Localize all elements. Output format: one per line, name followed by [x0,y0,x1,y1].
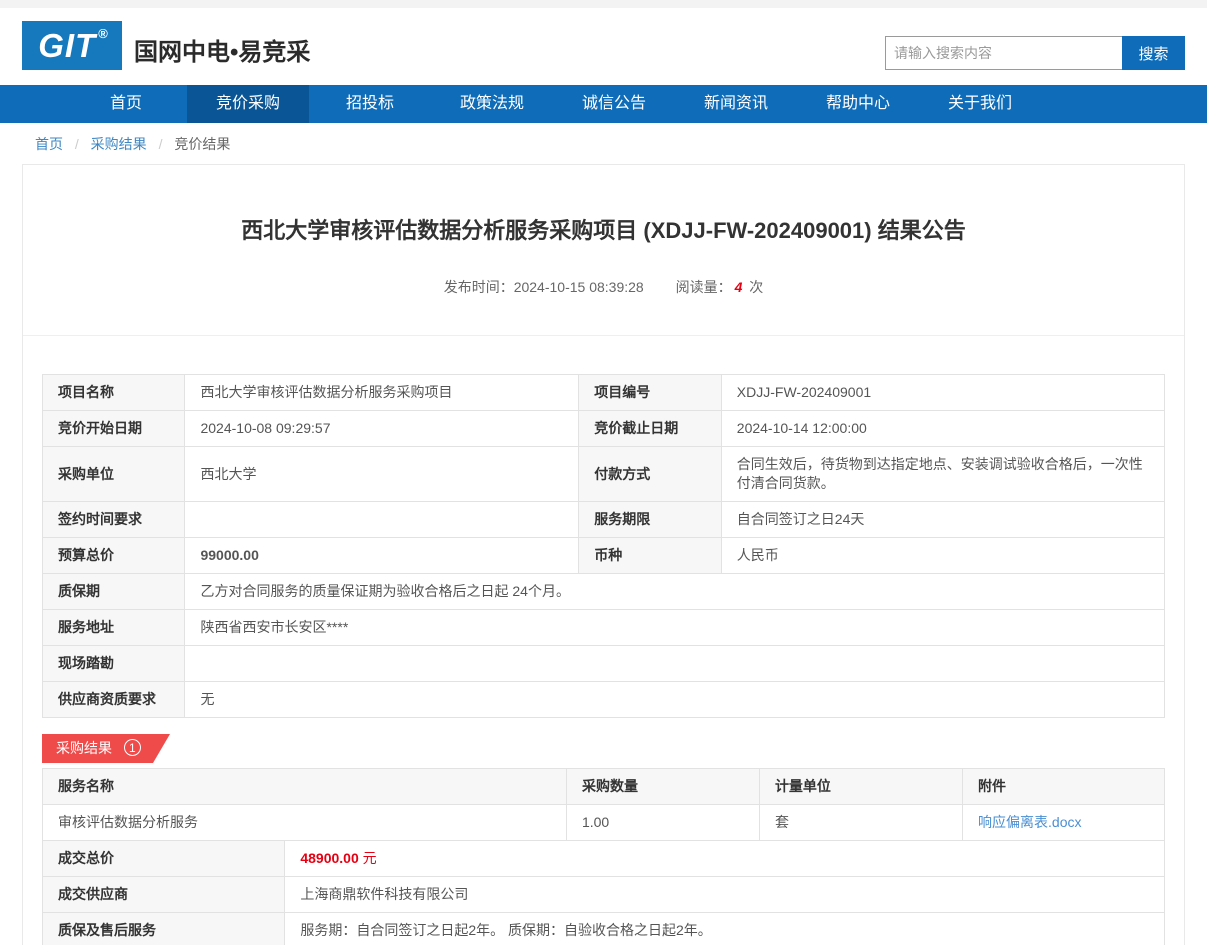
nav-item-bidding-purchase[interactable]: 竞价采购 [187,85,309,123]
table-row: 签约时间要求 服务期限 自合同签订之日24天 [43,502,1165,538]
purchaser-label: 采购单位 [43,447,185,502]
currency-label: 币种 [579,538,721,574]
table-row: 质保期 乙方对合同服务的质量保证期为验收合格后之日起 24个月。 [43,574,1165,610]
project-code-label: 项目编号 [579,375,721,411]
nav-item-help[interactable]: 帮助中心 [797,85,919,123]
col-attachment: 附件 [963,769,1165,805]
views-count: 4 [735,279,743,295]
table-row: 采购单位 西北大学 付款方式 合同生效后，待货物到达指定地点、安装调试验收合格后… [43,447,1165,502]
main-nav: 首页 竞价采购 招投标 政策法规 诚信公告 新闻资讯 帮助中心 关于我们 [0,85,1207,123]
table-row: 预算总价 99000.00 币种 人民币 [43,538,1165,574]
publish-time-label: 发布时间： [444,279,514,295]
supplier-label: 成交供应商 [43,877,285,913]
table-row: 服务地址 陕西省西安市长安区**** [43,610,1165,646]
project-code-value: XDJJ-FW-202409001 [721,375,1164,411]
after-sale-value: 服务期：自合同签订之日起2年。 质保期：自验收合格之日起2年。 [285,913,1165,945]
nav-item-news[interactable]: 新闻资讯 [675,85,797,123]
publish-time: 发布时间：2024-10-15 08:39:28 [444,279,644,295]
col-quantity: 采购数量 [566,769,759,805]
sign-time-value [185,502,579,538]
deal-price-unit: 元 [363,850,377,866]
project-name-value: 西北大学审核评估数据分析服务采购项目 [185,375,579,411]
service-period-value: 自合同签订之日24天 [721,502,1164,538]
search-box: 搜索 [885,36,1185,70]
table-row: 现场踏勘 [43,646,1165,682]
registered-trademark-icon: ® [98,26,108,41]
deal-price-label: 成交总价 [43,841,285,877]
sign-time-label: 签约时间要求 [43,502,185,538]
nav-item-integrity[interactable]: 诚信公告 [553,85,675,123]
site-logo[interactable]: GIT ® [22,21,122,70]
col-service-name: 服务名称 [43,769,567,805]
service-name-cell: 审核评估数据分析服务 [43,805,567,841]
result-section-header: 采购结果 1 [42,734,1184,763]
qualification-value: 无 [185,682,1165,718]
bid-end-label: 竞价截止日期 [579,411,721,447]
result-table: 服务名称 采购数量 计量单位 附件 审核评估数据分析服务 1.00 套 响应偏离… [42,768,1165,841]
breadcrumb: 首页 / 采购结果 / 竞价结果 [0,123,1207,164]
qualification-label: 供应商资质要求 [43,682,185,718]
page-title: 西北大学审核评估数据分析服务采购项目 (XDJJ-FW-202409001) 结… [23,165,1184,245]
project-info-table: 项目名称 西北大学审核评估数据分析服务采购项目 项目编号 XDJJ-FW-202… [42,374,1165,718]
site-visit-label: 现场踏勘 [43,646,185,682]
table-row: 供应商资质要求 无 [43,682,1165,718]
breadcrumb-home[interactable]: 首页 [35,136,63,152]
warranty-label: 质保期 [43,574,185,610]
site-header: GIT ® 国网中电•易竞采 搜索 [0,8,1207,85]
table-header-row: 服务名称 采购数量 计量单位 附件 [43,769,1165,805]
table-row: 审核评估数据分析服务 1.00 套 响应偏离表.docx [43,805,1165,841]
table-row: 竞价开始日期 2024-10-08 09:29:57 竞价截止日期 2024-1… [43,411,1165,447]
bid-end-value: 2024-10-14 12:00:00 [721,411,1164,447]
table-row: 质保及售后服务 服务期：自合同签订之日起2年。 质保期：自验收合格之日起2年。 [43,913,1165,945]
project-name-label: 项目名称 [43,375,185,411]
bid-start-label: 竞价开始日期 [43,411,185,447]
views-label: 阅读量： [676,279,732,295]
budget-value: 99000.00 [185,538,579,574]
publish-time-value: 2024-10-15 08:39:28 [514,279,644,295]
after-sale-label: 质保及售后服务 [43,913,285,945]
table-row: 成交供应商 上海商鼎软件科技有限公司 [43,877,1165,913]
purchaser-value: 西北大学 [185,447,579,502]
payment-label: 付款方式 [579,447,721,502]
col-unit: 计量单位 [759,769,962,805]
site-title: 国网中电•易竞采 [134,32,310,67]
payment-value: 合同生效后，待货物到达指定地点、安装调试验收合格后，一次性付清合同货款。 [721,447,1164,502]
deal-price-amount: 48900.00 [300,850,358,866]
top-strip [0,0,1207,8]
announcement-card: 西北大学审核评估数据分析服务采购项目 (XDJJ-FW-202409001) 结… [22,164,1185,945]
nav-item-about[interactable]: 关于我们 [919,85,1041,123]
purchase-result-badge-label: 采购结果 [56,740,112,756]
table-row: 成交总价 48900.00 元 [43,841,1165,877]
table-row: 项目名称 西北大学审核评估数据分析服务采购项目 项目编号 XDJJ-FW-202… [43,375,1165,411]
address-label: 服务地址 [43,610,185,646]
views: 阅读量：4 次 [676,279,764,295]
bid-start-value: 2024-10-08 09:29:57 [185,411,579,447]
logo-text: GIT [38,27,96,65]
deal-summary-table: 成交总价 48900.00 元 成交供应商 上海商鼎软件科技有限公司 质保及售后… [42,840,1165,945]
breadcrumb-purchase-results[interactable]: 采购结果 [91,136,147,152]
breadcrumb-current: 竞价结果 [174,136,230,152]
nav-item-home[interactable]: 首页 [65,85,187,123]
purchase-result-count-badge: 1 [124,739,141,756]
nav-item-tendering[interactable]: 招投标 [309,85,431,123]
currency-value: 人民币 [721,538,1164,574]
address-value: 陕西省西安市长安区**** [185,610,1165,646]
attachment-link[interactable]: 响应偏离表.docx [978,814,1081,830]
unit-cell: 套 [759,805,962,841]
nav-item-policy[interactable]: 政策法规 [431,85,553,123]
warranty-value: 乙方对合同服务的质量保证期为验收合格后之日起 24个月。 [185,574,1165,610]
breadcrumb-separator: / [159,136,163,152]
budget-label: 预算总价 [43,538,185,574]
service-period-label: 服务期限 [579,502,721,538]
search-input[interactable] [885,36,1122,70]
quantity-cell: 1.00 [566,805,759,841]
purchase-result-badge: 采购结果 1 [42,734,153,763]
breadcrumb-separator: / [75,136,79,152]
article-meta: 发布时间：2024-10-15 08:39:28 阅读量：4 次 [23,277,1184,336]
site-visit-value [185,646,1165,682]
views-unit: 次 [749,279,763,295]
search-button[interactable]: 搜索 [1122,36,1185,70]
supplier-value: 上海商鼎软件科技有限公司 [285,877,1165,913]
